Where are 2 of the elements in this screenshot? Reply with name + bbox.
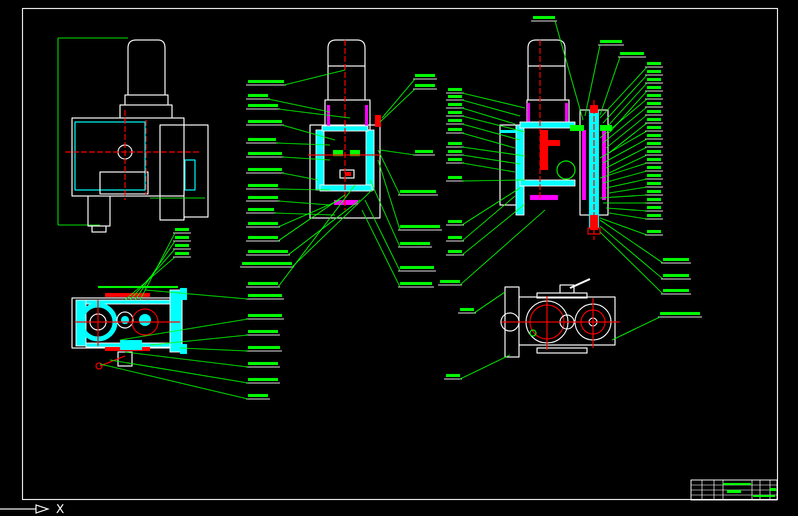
axis-arrow-icon — [0, 504, 50, 514]
axis-label: X — [56, 503, 64, 515]
